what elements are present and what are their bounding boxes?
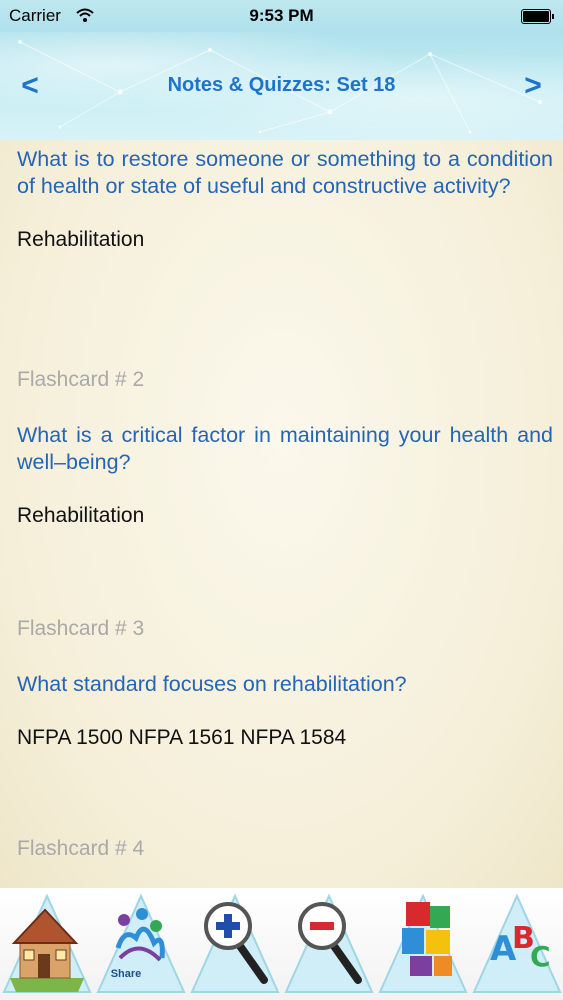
flashcard-question: What is to restore someone or something … [17, 147, 553, 198]
share-icon [96, 893, 186, 993]
header-bar: < Notes & Quizzes: Set 18 > [0, 32, 563, 140]
zoom-out-icon [284, 893, 374, 993]
bottom-toolbar: Share A B C [0, 888, 563, 1000]
flashcard-2: Flashcard # 2 What is a critical factor … [17, 368, 553, 528]
flashcard-question: What standard focuses on rehabilitation? [17, 672, 407, 696]
flashcard-list[interactable]: What is to restore someone or something … [0, 140, 563, 888]
status-time: 9:53 PM [249, 6, 314, 25]
flashcard-4: Flashcard # 4 [17, 837, 553, 861]
flashcard-question: What is a critical factor in maintaining… [17, 423, 553, 474]
flashcard-answer: Rehabilitation [17, 504, 145, 527]
home-button[interactable] [0, 888, 94, 1000]
battery-icon [521, 9, 554, 24]
page-title: Notes & Quizzes: Set 18 [167, 74, 396, 96]
previous-set-button[interactable]: < [10, 66, 50, 106]
zoom-in-button[interactable] [188, 888, 282, 1000]
flashcard-label: Flashcard # 4 [17, 837, 145, 860]
next-set-button[interactable]: > [513, 66, 553, 106]
flashcard-3: Flashcard # 3 What standard focuses on r… [17, 617, 553, 750]
svg-text:C: C [530, 940, 551, 973]
puzzle-icon [378, 893, 468, 993]
puzzle-button[interactable] [376, 888, 470, 1000]
status-bar: Carrier 9:53 PM [0, 0, 563, 32]
share-button[interactable]: Share [94, 888, 188, 1000]
flashcard-answer: Rehabilitation [17, 228, 145, 251]
zoom-in-icon [190, 893, 280, 993]
abc-icon: A B C [472, 893, 562, 993]
abc-button[interactable]: A B C [470, 888, 563, 1000]
house-icon [2, 893, 92, 993]
flashcard-1: What is to restore someone or something … [17, 146, 553, 252]
share-label: Share [110, 968, 142, 980]
zoom-out-button[interactable] [282, 888, 376, 1000]
flashcard-label: Flashcard # 3 [17, 617, 145, 640]
flashcard-label: Flashcard # 2 [17, 368, 145, 391]
flashcard-answer: NFPA 1500 NFPA 1561 NFPA 1584 [17, 726, 347, 749]
